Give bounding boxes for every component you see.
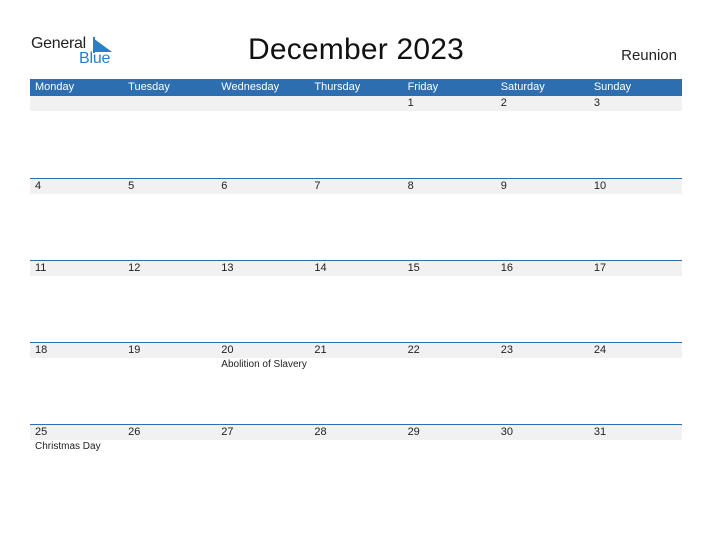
event-row: Christmas Day	[30, 440, 682, 454]
event-row: Abolition of Slavery	[30, 358, 682, 372]
holiday-label	[589, 358, 682, 372]
weekday-thursday: Thursday	[314, 81, 361, 93]
day-number: 19	[128, 344, 141, 356]
day-number: 25	[35, 426, 48, 438]
holiday-label	[216, 440, 309, 454]
holiday-label	[403, 358, 496, 372]
holiday-label	[123, 358, 216, 372]
week-row: 1 2 3	[30, 96, 682, 178]
weekday-tuesday: Tuesday	[128, 81, 170, 93]
day-number: 3	[593, 97, 600, 109]
holiday-label	[123, 440, 216, 454]
date-number-row: 4 5 6 7 8 9 10	[30, 179, 682, 194]
day-number: 8	[407, 180, 414, 192]
day-number: 23	[500, 344, 513, 356]
week-row: 25 26 27 28 29 30 31 Christmas Day	[30, 424, 682, 506]
day-number: 17	[593, 262, 607, 274]
day-number: 27	[221, 426, 234, 438]
day-number: 5	[128, 180, 135, 192]
week-row: 4 5 6 7 8 9 10	[30, 178, 682, 260]
holiday-label	[589, 440, 682, 454]
weekday-monday: Monday	[35, 81, 75, 93]
weekday-wednesday: Wednesday	[221, 81, 280, 93]
day-number: 18	[35, 344, 48, 356]
date-number-row: 1 2 3	[30, 96, 682, 111]
day-number: 12	[128, 262, 141, 274]
weekday-saturday: Saturday	[500, 81, 545, 93]
weekday-friday: Friday	[407, 81, 439, 93]
day-number: 28	[314, 426, 327, 438]
day-number: 4	[35, 180, 42, 192]
region-label: Reunion	[621, 47, 677, 64]
day-number: 21	[314, 344, 327, 356]
holiday-label	[309, 358, 402, 372]
date-number-row: 25 26 27 28 29 30 31	[30, 425, 682, 440]
weekday-header: Monday Tuesday Wednesday Thursday Friday…	[30, 79, 682, 96]
day-number: 15	[407, 262, 420, 274]
day-number	[30, 96, 123, 111]
day-number: 16	[500, 262, 513, 274]
day-number: 30	[500, 426, 513, 438]
holiday-label	[309, 440, 402, 454]
day-number: 26	[128, 426, 141, 438]
calendar-title: December 2023	[247, 33, 465, 66]
holiday-label: Abolition of Slavery	[221, 359, 307, 370]
day-number: 10	[593, 180, 607, 192]
week-row: 11 12 13 14 15 16 17	[30, 260, 682, 342]
holiday-label	[403, 440, 496, 454]
day-number: 20	[221, 344, 234, 356]
day-number: 7	[314, 180, 321, 192]
holiday-label	[496, 358, 589, 372]
day-number: 2	[500, 97, 507, 109]
date-number-row: 18 19 20 21 22 23 24	[30, 343, 682, 358]
holiday-label	[496, 440, 589, 454]
day-number: 6	[221, 180, 228, 192]
date-number-row: 11 12 13 14 15 16 17	[30, 261, 682, 276]
day-number: 11	[35, 262, 47, 274]
week-row: 18 19 20 21 22 23 24 Abolition of Slavery	[30, 342, 682, 424]
day-number: 13	[221, 262, 234, 274]
day-number: 9	[500, 180, 507, 192]
day-number: 1	[407, 97, 414, 109]
calendar-grid: Monday Tuesday Wednesday Thursday Friday…	[30, 79, 682, 506]
weekday-sunday: Sunday	[593, 81, 632, 93]
day-number: 29	[407, 426, 420, 438]
day-number: 14	[314, 262, 327, 274]
day-number: 31	[593, 426, 607, 438]
holiday-label: Christmas Day	[35, 441, 101, 452]
holiday-label	[30, 358, 123, 372]
day-number	[216, 96, 309, 111]
day-number: 22	[407, 344, 420, 356]
day-number: 24	[593, 344, 607, 356]
day-number	[309, 96, 402, 111]
day-number	[123, 96, 216, 111]
